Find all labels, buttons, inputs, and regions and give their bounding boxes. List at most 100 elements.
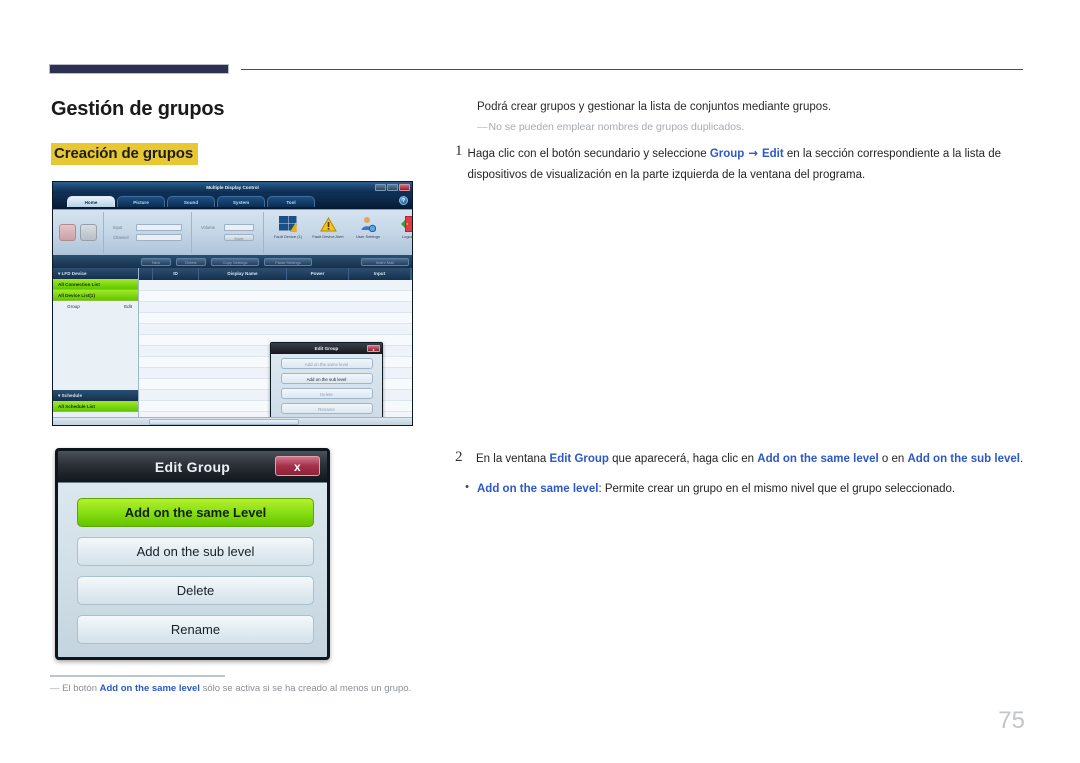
mdc-app-screenshot: Multiple Display Control Home Picture So… — [52, 181, 413, 426]
mdc-sidebar: ▾ LFD Device All Connection List All Dev… — [53, 268, 139, 425]
intro-paragraph: Podrá crear grupos y gestionar la lista … — [477, 101, 832, 113]
step-2-link-same-level: Add on the same level — [757, 453, 879, 465]
grid-header-spare — [411, 268, 412, 280]
table-row[interactable] — [139, 302, 412, 313]
step-2-number: 2 — [455, 449, 463, 465]
toolbar-paste-settings-button[interactable]: Paste Settings — [264, 257, 312, 266]
power-on-icon[interactable] — [59, 224, 76, 241]
table-row[interactable] — [139, 280, 412, 291]
dialog-close-button[interactable]: x — [275, 456, 320, 476]
inner-dialog-title-bar: Edit Group x — [271, 343, 382, 354]
add-on-the-sub-level-button[interactable]: Add on the sub level — [77, 537, 314, 566]
dialog-title-bar: Edit Group x — [58, 451, 327, 483]
channel-stepper[interactable] — [136, 234, 182, 241]
fault-device-alert-caption: Fault Device Alert — [312, 234, 344, 239]
footnote-text-before: El botón — [62, 683, 100, 694]
tab-home[interactable]: Home — [67, 196, 115, 207]
toolbar-delete-button[interactable]: Delete — [176, 257, 206, 266]
table-row[interactable] — [139, 324, 412, 335]
volume-input[interactable] — [224, 224, 254, 231]
dialog-title: Edit Group — [154, 459, 231, 475]
mdc-window-buttons — [375, 183, 410, 191]
step-2-mid2: o en — [878, 453, 908, 465]
toolbar-index-mail-button[interactable]: Index Mail — [361, 257, 409, 266]
table-row[interactable] — [139, 291, 412, 302]
intro-note: ―No se pueden emplear nombres de grupos … — [477, 120, 1025, 134]
close-icon[interactable] — [399, 183, 410, 191]
user-settings-caption: User Settings — [355, 234, 380, 239]
mute-button[interactable]: Mute — [224, 234, 254, 241]
mdc-body: ▾ LFD Device All Connection List All Dev… — [53, 268, 412, 425]
tab-picture[interactable]: Picture — [117, 196, 165, 207]
add-on-the-same-level-button[interactable]: Add on the same Level — [77, 498, 314, 527]
tab-tool[interactable]: Tool — [267, 196, 315, 207]
edit-group-dialog: Edit Group x Add on the same Level Add o… — [55, 448, 330, 660]
footnote-rule — [50, 675, 225, 677]
sidebar-group-edit-link[interactable]: Edit — [124, 301, 132, 312]
sidebar-item-all-device-list[interactable]: All Device List(1) — [53, 290, 138, 301]
mdc-ribbon: Input Channel Volume Mute Fault Device (… — [53, 209, 412, 255]
step-1-number: 1 — [455, 143, 463, 159]
ribbon-power-group — [53, 212, 104, 253]
sidebar-item-group[interactable]: Group Edit — [53, 301, 138, 312]
minimize-icon[interactable] — [375, 183, 386, 191]
page-title: Gestión de grupos — [51, 98, 225, 120]
mdc-window-title: Multiple Display Control — [206, 185, 259, 190]
fault-device-alert-button[interactable]: Fault Device Alert — [310, 214, 346, 239]
mdc-device-grid: ID Display Name Power Input Edit Group x… — [139, 268, 412, 425]
scrollbar-thumb[interactable] — [149, 419, 299, 425]
sidebar-header-lfd-device[interactable]: ▾ LFD Device — [53, 268, 138, 279]
volume-label: Volume — [201, 225, 215, 230]
tab-sound[interactable]: Sound — [167, 196, 215, 207]
step-1-text-before: Haga clic con el botón secundario y sele… — [467, 148, 710, 160]
footnote-dash: ― — [50, 683, 60, 694]
fault-device-icon — [270, 214, 306, 234]
note-dash: ― — [477, 121, 488, 133]
header-accent-bar — [49, 64, 229, 74]
footnote-link: Add on the same level — [99, 683, 200, 694]
warning-triangle-icon — [310, 214, 346, 234]
grid-header-input[interactable]: Input — [349, 268, 411, 280]
inner-rename-button[interactable]: Rename — [280, 403, 373, 414]
section-subtitle: Creación de grupos — [51, 143, 199, 165]
logout-door-icon — [390, 214, 412, 234]
inner-dialog-close-icon[interactable]: x — [367, 345, 380, 352]
grid-header-display-name[interactable]: Display Name — [199, 268, 287, 280]
mute-row: Mute — [201, 234, 254, 241]
volume-field-row: Volume — [201, 224, 254, 231]
fault-device-button[interactable]: Fault Device (1) — [270, 214, 306, 239]
delete-button[interactable]: Delete — [77, 576, 314, 605]
step-1-link-group: Group — [709, 148, 745, 160]
logout-button[interactable]: Logout — [390, 214, 413, 239]
bullet-marker: • — [465, 481, 469, 493]
logout-caption: Logout — [401, 234, 413, 239]
sidebar-item-all-schedule-list[interactable]: All Schedule List — [53, 401, 138, 412]
power-off-icon[interactable] — [80, 224, 97, 241]
step-2-link-sub-level: Add on the sub level — [907, 453, 1020, 465]
manual-page: Gestión de grupos Creación de grupos Mul… — [0, 0, 1080, 763]
inner-delete-button[interactable]: Delete — [280, 388, 373, 399]
bullet-item: • Add on the same level: Permite crear u… — [457, 481, 1027, 497]
rename-button[interactable]: Rename — [77, 615, 314, 644]
inner-add-same-level-button[interactable]: Add on the same level — [280, 358, 373, 369]
toolbar-copy-settings-button[interactable]: Copy Settings — [211, 257, 259, 266]
table-row[interactable] — [139, 313, 412, 324]
toolbar-new-button[interactable]: New — [141, 257, 171, 266]
grid-header-power[interactable]: Power — [287, 268, 349, 280]
maximize-icon[interactable] — [387, 183, 398, 191]
grid-header-id[interactable]: ID — [153, 268, 199, 280]
inner-add-sub-level-button[interactable]: Add on the sub level — [280, 373, 373, 384]
step-1-text: Haga clic con el botón secundario y sele… — [468, 143, 1025, 186]
bullet-link: Add on the same level — [477, 483, 599, 495]
tab-system[interactable]: System — [217, 196, 265, 207]
horizontal-scrollbar[interactable] — [53, 417, 412, 425]
help-icon[interactable]: ? — [399, 196, 408, 205]
page-number: 75 — [998, 707, 1025, 734]
sidebar-item-all-connection-list[interactable]: All Connection List — [53, 279, 138, 290]
user-settings-button[interactable]: User Settings — [350, 214, 386, 239]
sidebar-header-schedule[interactable]: ▾ Schedule — [53, 390, 138, 401]
mdc-inner-edit-group-dialog: Edit Group x Add on the same level Add o… — [270, 342, 383, 425]
step-2-text-before: En la ventana — [476, 453, 550, 465]
ribbon-volume-group: Volume Mute — [192, 212, 264, 253]
input-select[interactable] — [136, 224, 182, 231]
